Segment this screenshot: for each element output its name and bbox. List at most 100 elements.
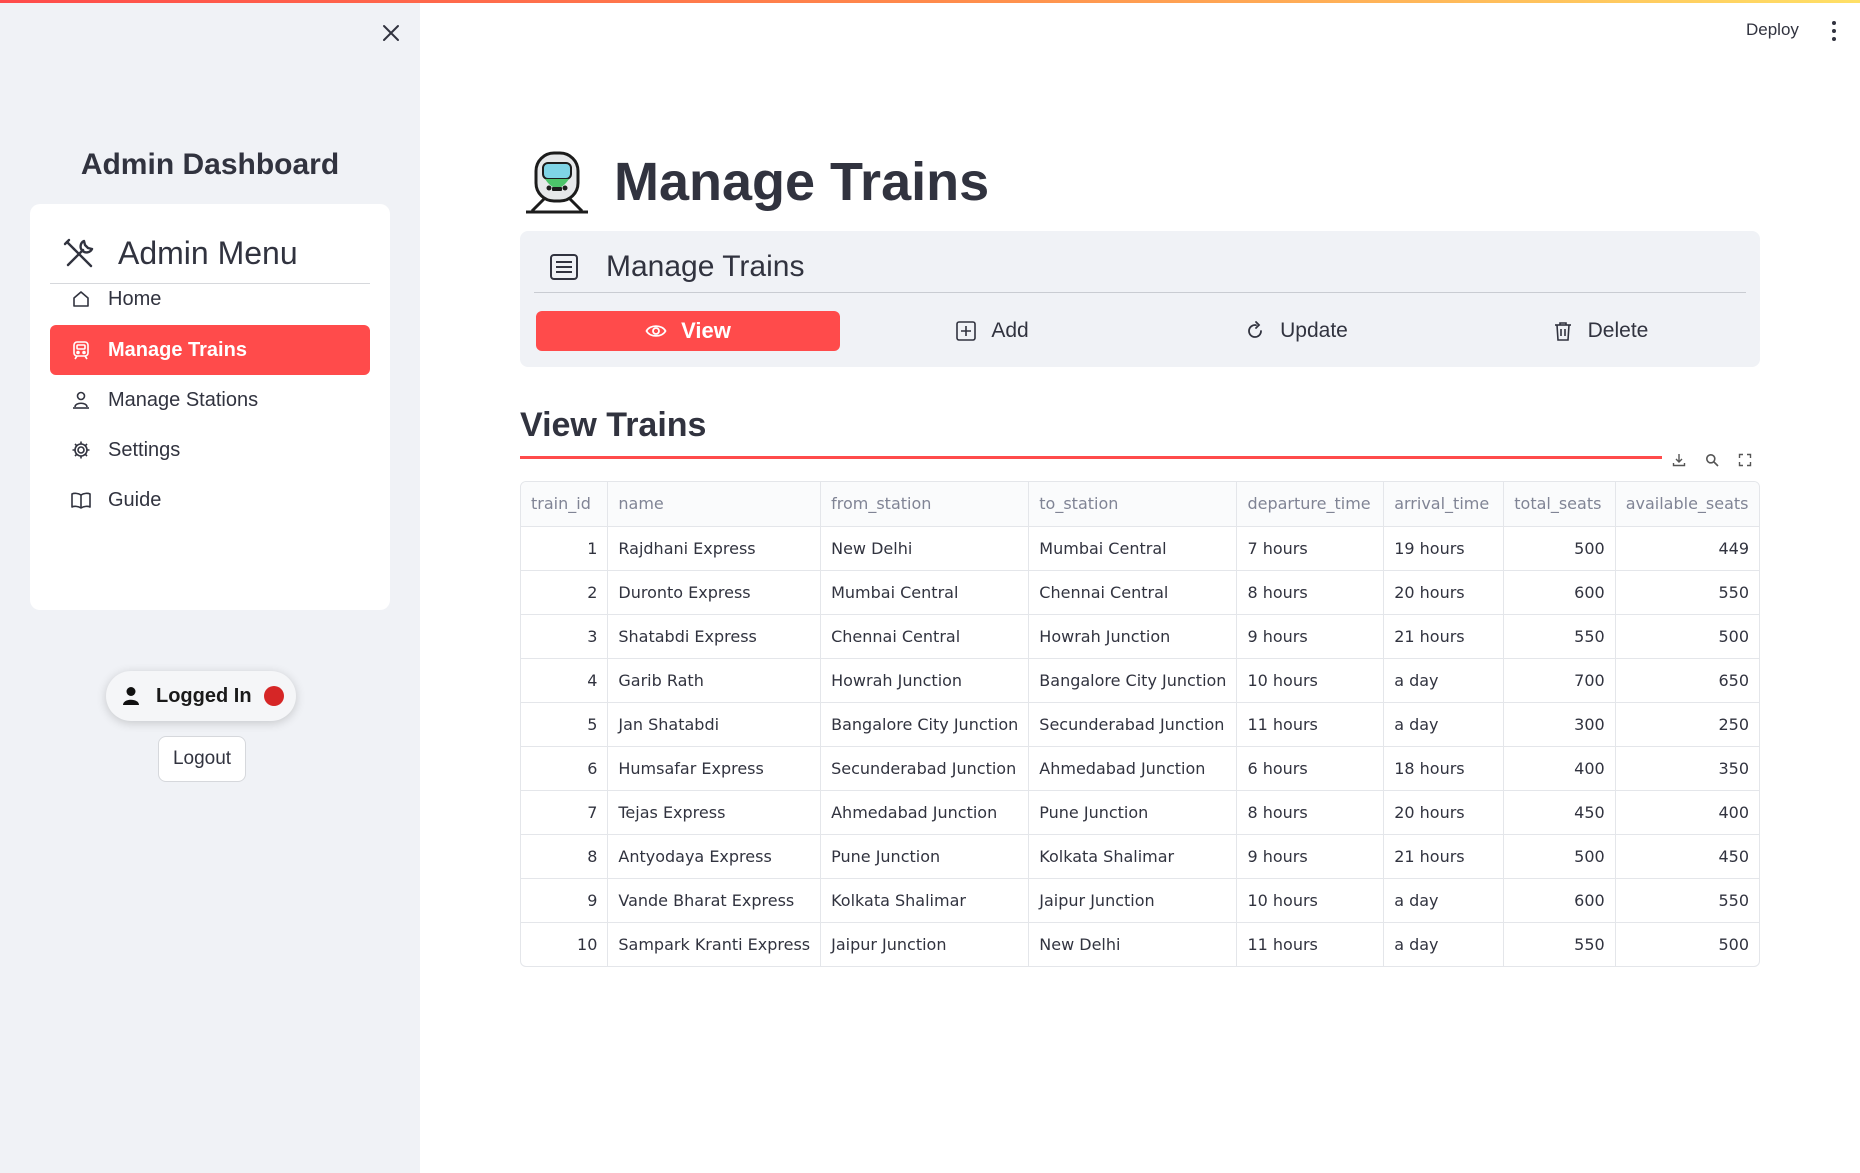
column-header[interactable]: departure_time — [1236, 482, 1385, 527]
table-cell-train-id[interactable]: 1 — [521, 526, 609, 571]
sidebar-item-manage-stations[interactable]: Manage Stations — [50, 375, 370, 425]
table-cell-name[interactable]: Duronto Express — [607, 570, 822, 615]
table-cell-total-seats[interactable]: 550 — [1503, 614, 1616, 659]
deploy-button[interactable]: Deploy — [1746, 20, 1799, 40]
table-cell-to-station[interactable]: Jaipur Junction — [1028, 878, 1238, 923]
table-cell-departure-time[interactable]: 11 hours — [1236, 922, 1385, 966]
column-header[interactable]: available_seats — [1615, 482, 1759, 527]
table-cell-train-id[interactable]: 10 — [521, 922, 609, 966]
table-cell-total-seats[interactable]: 300 — [1503, 702, 1616, 747]
table-cell-arrival-time[interactable]: a day — [1383, 702, 1505, 747]
table-cell-train-id[interactable]: 7 — [521, 790, 609, 835]
table-cell-available-seats[interactable]: 350 — [1615, 746, 1759, 791]
sidebar-item-manage-trains[interactable]: Manage Trains — [50, 325, 370, 375]
table-cell-total-seats[interactable]: 600 — [1503, 570, 1616, 615]
table-cell-departure-time[interactable]: 8 hours — [1236, 570, 1385, 615]
table-cell-from-station[interactable]: Pune Junction — [820, 834, 1030, 879]
table-cell-arrival-time[interactable]: 21 hours — [1383, 614, 1505, 659]
table-cell-from-station[interactable]: Chennai Central — [820, 614, 1030, 659]
table-cell-departure-time[interactable]: 10 hours — [1236, 878, 1385, 923]
table-cell-arrival-time[interactable]: a day — [1383, 658, 1505, 703]
table-cell-from-station[interactable]: Howrah Junction — [820, 658, 1030, 703]
column-header[interactable]: total_seats — [1503, 482, 1616, 527]
table-cell-arrival-time[interactable]: a day — [1383, 922, 1505, 966]
tab-add[interactable]: Add — [840, 311, 1144, 351]
table-cell-train-id[interactable]: 5 — [521, 702, 609, 747]
table-cell-total-seats[interactable]: 400 — [1503, 746, 1616, 791]
table-cell-departure-time[interactable]: 9 hours — [1236, 614, 1385, 659]
table-cell-departure-time[interactable]: 10 hours — [1236, 658, 1385, 703]
table-cell-total-seats[interactable]: 500 — [1503, 834, 1616, 879]
sidebar-item-home[interactable]: Home — [50, 274, 370, 324]
table-cell-to-station[interactable]: Chennai Central — [1028, 570, 1238, 615]
table-cell-to-station[interactable]: Pune Junction — [1028, 790, 1238, 835]
table-cell-name[interactable]: Humsafar Express — [607, 746, 822, 791]
table-cell-total-seats[interactable]: 600 — [1503, 878, 1616, 923]
main-menu-button[interactable] — [1826, 18, 1842, 44]
close-sidebar-button[interactable] — [378, 20, 404, 46]
tab-update[interactable]: Update — [1144, 311, 1448, 351]
table-cell-arrival-time[interactable]: 20 hours — [1383, 790, 1505, 835]
table-cell-available-seats[interactable]: 500 — [1615, 614, 1759, 659]
table-cell-name[interactable]: Antyodaya Express — [607, 834, 822, 879]
table-cell-arrival-time[interactable]: 19 hours — [1383, 526, 1505, 571]
trains-table[interactable]: train_id name from_station to_station de… — [520, 481, 1760, 967]
table-cell-total-seats[interactable]: 500 — [1503, 526, 1616, 571]
table-cell-arrival-time[interactable]: 20 hours — [1383, 570, 1505, 615]
column-header[interactable]: train_id — [521, 482, 609, 527]
column-header[interactable]: from_station — [820, 482, 1030, 527]
table-cell-departure-time[interactable]: 11 hours — [1236, 702, 1385, 747]
table-cell-from-station[interactable]: New Delhi — [820, 526, 1030, 571]
table-cell-to-station[interactable]: Howrah Junction — [1028, 614, 1238, 659]
table-cell-arrival-time[interactable]: a day — [1383, 878, 1505, 923]
table-cell-departure-time[interactable]: 9 hours — [1236, 834, 1385, 879]
table-cell-departure-time[interactable]: 8 hours — [1236, 790, 1385, 835]
column-header[interactable]: arrival_time — [1383, 482, 1505, 527]
table-cell-train-id[interactable]: 9 — [521, 878, 609, 923]
table-cell-from-station[interactable]: Mumbai Central — [820, 570, 1030, 615]
table-cell-available-seats[interactable]: 450 — [1615, 834, 1759, 879]
table-cell-name[interactable]: Shatabdi Express — [607, 614, 822, 659]
table-cell-departure-time[interactable]: 7 hours — [1236, 526, 1385, 571]
sidebar-item-settings[interactable]: Settings — [50, 425, 370, 475]
table-cell-available-seats[interactable]: 449 — [1615, 526, 1759, 571]
table-cell-name[interactable]: Rajdhani Express — [607, 526, 822, 571]
logout-button[interactable]: Logout — [158, 736, 246, 782]
table-cell-train-id[interactable]: 6 — [521, 746, 609, 791]
table-cell-to-station[interactable]: Kolkata Shalimar — [1028, 834, 1238, 879]
search-button[interactable] — [1704, 452, 1720, 468]
table-cell-to-station[interactable]: Mumbai Central — [1028, 526, 1238, 571]
table-cell-name[interactable]: Tejas Express — [607, 790, 822, 835]
sidebar-item-guide[interactable]: Guide — [50, 475, 370, 525]
fullscreen-button[interactable] — [1737, 452, 1753, 468]
column-header[interactable]: name — [607, 482, 822, 527]
table-cell-name[interactable]: Garib Rath — [607, 658, 822, 703]
table-cell-to-station[interactable]: Bangalore City Junction — [1028, 658, 1238, 703]
tab-delete[interactable]: Delete — [1448, 311, 1752, 351]
download-button[interactable] — [1671, 452, 1687, 468]
table-cell-arrival-time[interactable]: 18 hours — [1383, 746, 1505, 791]
table-cell-available-seats[interactable]: 250 — [1615, 702, 1759, 747]
table-cell-train-id[interactable]: 3 — [521, 614, 609, 659]
table-cell-name[interactable]: Jan Shatabdi — [607, 702, 822, 747]
table-cell-from-station[interactable]: Secunderabad Junction — [820, 746, 1030, 791]
table-cell-train-id[interactable]: 8 — [521, 834, 609, 879]
table-cell-available-seats[interactable]: 500 — [1615, 922, 1759, 966]
table-cell-from-station[interactable]: Ahmedabad Junction — [820, 790, 1030, 835]
table-cell-total-seats[interactable]: 550 — [1503, 922, 1616, 966]
table-cell-from-station[interactable]: Kolkata Shalimar — [820, 878, 1030, 923]
table-cell-name[interactable]: Vande Bharat Express — [607, 878, 822, 923]
table-cell-available-seats[interactable]: 650 — [1615, 658, 1759, 703]
table-cell-available-seats[interactable]: 550 — [1615, 570, 1759, 615]
table-cell-arrival-time[interactable]: 21 hours — [1383, 834, 1505, 879]
table-cell-to-station[interactable]: Secunderabad Junction — [1028, 702, 1238, 747]
column-header[interactable]: to_station — [1028, 482, 1238, 527]
table-cell-train-id[interactable]: 2 — [521, 570, 609, 615]
table-cell-to-station[interactable]: New Delhi — [1028, 922, 1238, 966]
table-cell-total-seats[interactable]: 450 — [1503, 790, 1616, 835]
table-cell-available-seats[interactable]: 400 — [1615, 790, 1759, 835]
table-cell-departure-time[interactable]: 6 hours — [1236, 746, 1385, 791]
table-cell-total-seats[interactable]: 700 — [1503, 658, 1616, 703]
table-cell-to-station[interactable]: Ahmedabad Junction — [1028, 746, 1238, 791]
table-cell-from-station[interactable]: Bangalore City Junction — [820, 702, 1030, 747]
